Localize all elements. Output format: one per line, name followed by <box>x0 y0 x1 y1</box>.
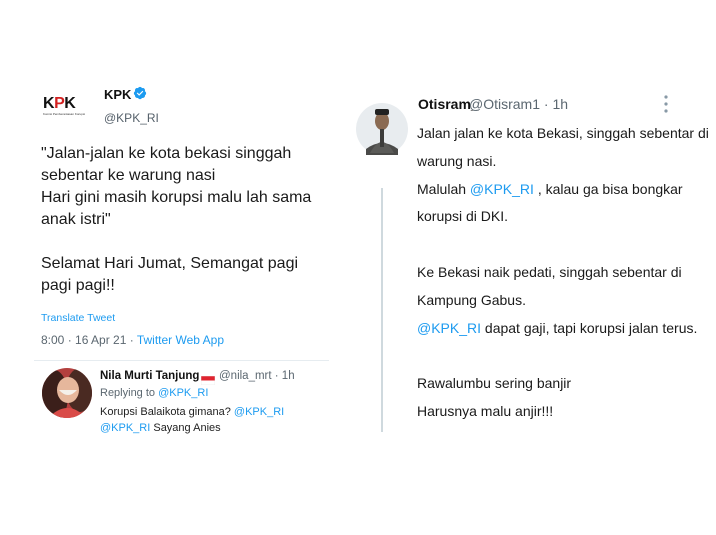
reply-text: Korupsi Balaikota gimana? @KPK_RI @KPK_R… <box>100 404 340 436</box>
tweet-line: korupsi di DKI. <box>417 208 509 225</box>
divider <box>34 360 329 361</box>
tweet-line: Malulah @KPK_RI , kalau ga bisa bongkar <box>417 176 707 204</box>
otisram-avatar[interactable] <box>356 97 408 187</box>
kpk-logo[interactable]: KPK Komisi Pemberantasan Korupsi <box>43 96 87 120</box>
translate-tweet-link[interactable]: Translate Tweet <box>41 312 115 324</box>
tweet-line-gap <box>417 231 707 259</box>
tweet-line: Kampung Gabus. <box>417 291 526 308</box>
indonesia-flag-icon <box>200 372 216 386</box>
tweet-line-gap <box>417 342 707 370</box>
otisram-handle[interactable]: @Otisram1 · 1h <box>469 96 568 112</box>
tweet-line: warung nasi. <box>417 152 497 169</box>
reply-display-name[interactable]: Nila Murti Tanjung <box>100 370 199 382</box>
tweet-line: Hari gini masih korupsi malu lah sama <box>41 189 312 206</box>
tweet-line-gap <box>41 231 361 253</box>
kpk-display-name[interactable]: KPK <box>104 87 131 102</box>
replying-to-label: Replying to <box>100 387 159 399</box>
tweet-line: Harusnya malu anjir!!! <box>417 402 554 419</box>
tweet-line: Ke Bekasi naik pedati, singgah sebentar … <box>417 263 682 280</box>
tweet-mention[interactable]: @KPK_RI <box>470 181 534 197</box>
tweet-line: sebentar ke warung nasi <box>41 167 216 184</box>
replying-to-mention[interactable]: @KPK_RI <box>158 387 208 399</box>
tweet-line: Selamat Hari Jumat, Semangat pagi <box>41 255 299 272</box>
reply-text-segment: Korupsi Balaikota gimana? <box>100 406 234 418</box>
kpk-tweet-card: KPK Komisi Pemberantasan Korupsi KPK @KP… <box>0 0 350 535</box>
tweet-line: Jalan jalan ke kota Bekasi, singgah sebe… <box>417 125 709 141</box>
tweet-timestamp: 8:00 · 16 Apr 21 · Twitter Web App <box>41 333 224 347</box>
tweet-line: @KPK_RI dapat gaji, tapi korupsi jalan t… <box>417 315 707 343</box>
tweet-line: "Jalan-jalan ke kota bekasi singgah <box>41 145 292 162</box>
tweet-text-segment: dapat gaji, tapi korupsi jalan terus. <box>481 319 698 336</box>
reply-mention[interactable]: @KPK_RI <box>234 406 284 418</box>
reply-mention[interactable]: @KPK_RI <box>100 422 150 434</box>
tweet-time: 8:00 · 16 Apr 21 · <box>41 333 137 347</box>
reply-text-segment: Sayang Anies <box>150 422 221 434</box>
tweet-line: anak istri" <box>41 211 111 228</box>
more-vertical-icon[interactable] <box>662 93 670 115</box>
reply-line: Korupsi Balaikota gimana? @KPK_RI <box>100 404 340 420</box>
kpk-logo-subtitle: Komisi Pemberantasan Korupsi <box>43 112 86 116</box>
tweet-mention[interactable]: @KPK_RI <box>417 320 481 336</box>
kpk-logo-wordmark: KPK <box>43 95 76 112</box>
tweet-text-segment: , kalau ga bisa bongkar <box>533 180 683 197</box>
kpk-handle[interactable]: @KPK_RI <box>104 111 159 125</box>
replying-to: Replying to @KPK_RI <box>100 387 208 399</box>
thread-line <box>381 188 383 432</box>
reply-handle[interactable]: @nila_mrt · 1h <box>219 370 295 382</box>
tweet-line: pagi pagi!! <box>41 277 115 294</box>
tweet-line: Rawalumbu sering banjir <box>417 375 572 392</box>
reply-line: @KPK_RI Sayang Anies <box>100 420 340 436</box>
verified-badge-icon <box>133 86 147 100</box>
kpk-tweet-text: "Jalan-jalan ke kota bekasi singgah sebe… <box>41 143 361 297</box>
tweet-source-link[interactable]: Twitter Web App <box>137 333 224 347</box>
tweet-text-segment: Malulah <box>417 180 470 197</box>
otisram-tweet-text: Jalan jalan ke kota Bekasi, singgah sebe… <box>417 120 709 426</box>
reply-avatar[interactable] <box>42 368 92 418</box>
